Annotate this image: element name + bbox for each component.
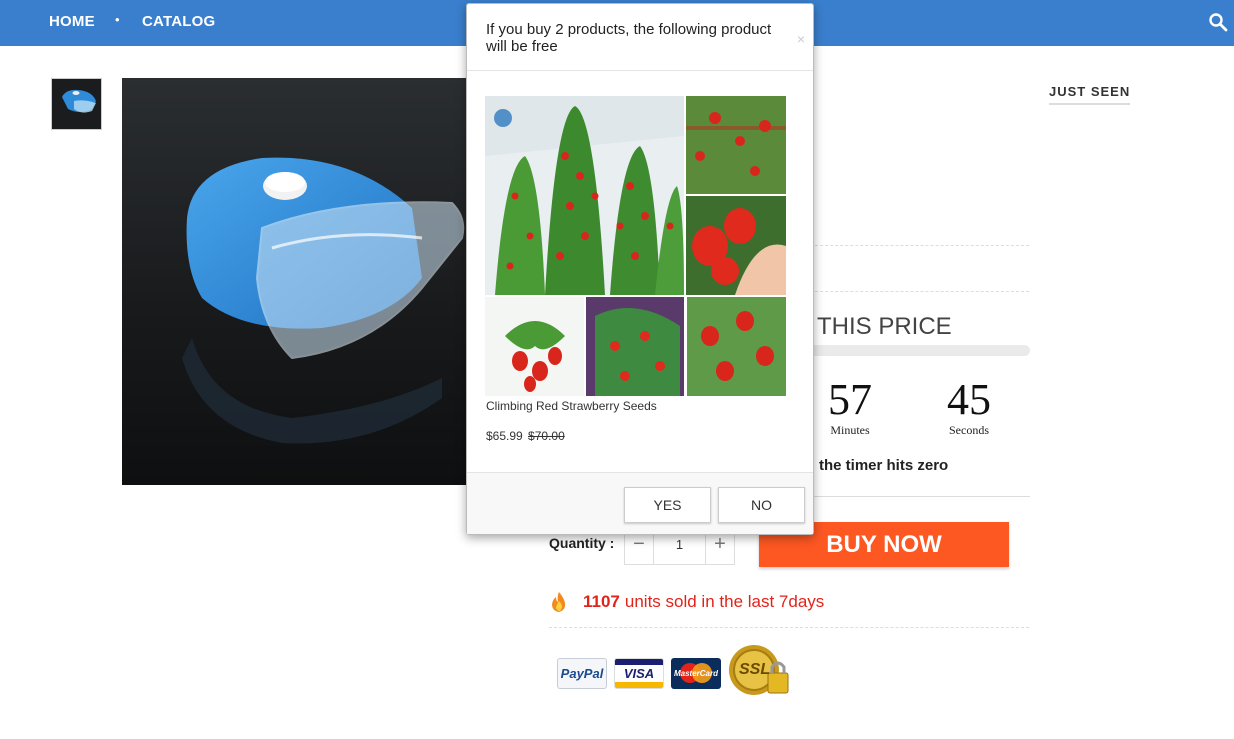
free-product-modal: If you buy 2 products, the following pro…: [466, 3, 814, 535]
price-heading: THIS PRICE: [817, 313, 952, 340]
product-thumbnail-image: [52, 79, 101, 129]
divider: [549, 627, 1029, 628]
modal-title: If you buy 2 products, the following pro…: [486, 21, 772, 55]
visa-label: VISA: [623, 665, 655, 681]
timer-note: the timer hits zero: [819, 457, 949, 474]
paypal-badge: PayPal: [557, 657, 607, 689]
timer-seconds-label: Seconds: [949, 423, 989, 437]
units-sold-count: 1107: [583, 592, 620, 611]
free-product-price: $65.99 $70.00: [486, 429, 565, 443]
modal-footer: YES NO: [467, 472, 813, 534]
visa-badge: VISA: [614, 657, 664, 689]
units-sold-text: units sold in the last 7days: [624, 592, 825, 611]
modal-divider: [467, 70, 813, 71]
no-button[interactable]: NO: [718, 487, 805, 523]
free-product-name[interactable]: Climbing Red Strawberry Seeds: [486, 399, 657, 413]
free-product-current-price: $65.99: [486, 429, 523, 443]
timer-seconds: 45: [947, 375, 991, 424]
mastercard-badge: MasterCard: [671, 657, 721, 689]
just-seen-heading: JUST SEEN: [1049, 84, 1131, 105]
strawberry-product-image[interactable]: [485, 96, 786, 396]
nav-catalog[interactable]: CATALOG: [142, 13, 215, 30]
quantity-label: Quantity :: [549, 535, 615, 551]
nav-home[interactable]: HOME: [49, 13, 95, 30]
free-product-old-price: $70.00: [528, 429, 565, 443]
product-main-image[interactable]: [122, 78, 466, 485]
close-icon[interactable]: ×: [797, 31, 805, 47]
teeth-whitening-device-image: [122, 78, 466, 485]
payment-badges: PayPal VISA MasterCard SSL: [557, 643, 792, 703]
timer-minutes: 57: [828, 375, 872, 424]
search-icon[interactable]: [1208, 12, 1228, 32]
units-sold-notice: 1107 units sold in the last 7days: [549, 591, 824, 613]
yes-button[interactable]: YES: [624, 487, 711, 523]
nav-separator: •: [115, 12, 120, 27]
fire-icon: [552, 592, 566, 612]
ssl-badge: SSL: [728, 643, 792, 703]
timer-minutes-label: Minutes: [830, 423, 870, 437]
ssl-label: SSL: [739, 661, 771, 678]
product-thumbnail[interactable]: [51, 78, 102, 130]
mastercard-label: MasterCard: [673, 668, 718, 678]
